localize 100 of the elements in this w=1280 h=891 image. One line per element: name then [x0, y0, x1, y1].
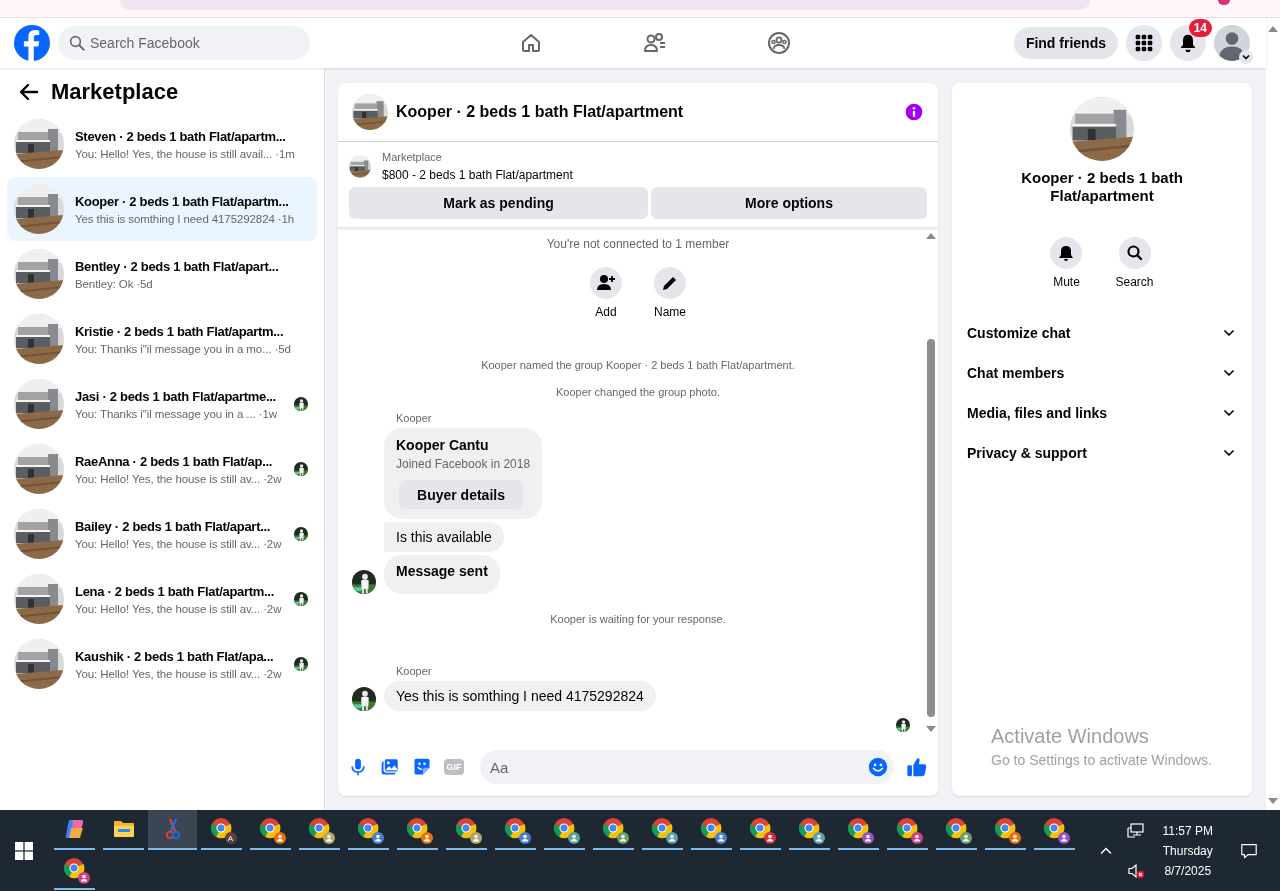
listing-title: $800 - 2 beds 1 bath Flat/apartment — [382, 168, 573, 182]
conversation-item[interactable]: Kaushik · 2 beds 1 bath Flat/apa... You: Hello! Yes, the house is still av... ·2w — [7, 632, 317, 696]
activation-message: Go to Settings to activate Windows. — [991, 752, 1212, 768]
notification-badge: 14 — [1188, 19, 1212, 37]
chat-title: Kooper · 2 beds 1 bath Flat/apartment — [396, 103, 685, 121]
bell-icon — [1178, 33, 1198, 53]
app-button[interactable] — [148, 810, 197, 850]
conversation-item[interactable]: Bentley · 2 beds 1 bath Flat/apart... Bentley: Ok ·5d — [7, 242, 317, 306]
bell-icon — [1050, 237, 1083, 269]
message-preview: Bentley: Ok — [75, 277, 134, 290]
search-field[interactable]: Search Facebook — [58, 26, 310, 60]
clock[interactable]: 11:57 PM Thursday 8/7/2025 — [1162, 823, 1213, 878]
mark-pending-button[interactable]: Mark as pending — [349, 187, 648, 219]
chrome-icon — [797, 817, 822, 841]
speaker-muted-icon[interactable] — [1126, 861, 1145, 880]
conversation-item[interactable]: Kristie · 2 beds 1 bath Flat/apartm... You: Thanks i"il message you in a mo... ·5d — [7, 307, 317, 371]
message-preview: Yes this is somthing I need 4175292824 — [75, 212, 275, 225]
message-preview: You: Hello! Yes, the house is still av... — [75, 537, 261, 550]
chrome-icon — [209, 817, 234, 841]
chrome-icon — [748, 817, 773, 841]
windows-start-icon[interactable] — [15, 841, 33, 860]
friends-icon — [643, 31, 667, 55]
find-friends-button[interactable]: Find friends — [1013, 27, 1118, 59]
system-message: Kooper changed the group photo. — [555, 386, 721, 398]
conversation-item[interactable]: RaeAnna · 2 beds 1 bath Flat/ap... You: Hello! Yes, the house is still av... ·2w — [7, 437, 317, 501]
browser-window-button[interactable]: A — [201, 810, 242, 850]
network-icon[interactable] — [1126, 821, 1145, 840]
sticker-icon[interactable] — [412, 757, 432, 777]
conversation-title: Jasi · 2 beds 1 bath Flat/apartme... — [75, 388, 277, 404]
conversation-title: Kaushik · 2 beds 1 bath Flat/apa... — [75, 648, 275, 664]
chat-title: Kooper · 2 beds 1 bath Flat/apartment — [1020, 169, 1184, 205]
search-icon — [68, 34, 86, 52]
chrome-icon — [454, 817, 479, 841]
accordion-row[interactable]: Chat members — [952, 353, 1252, 393]
menu-button[interactable] — [1126, 25, 1162, 61]
message-time: ·1h — [277, 212, 295, 225]
conversation-item[interactable]: Steven · 2 beds 1 bath Flat/apartm... You: Hello! Yes, the house is still avail... ·1m — [7, 112, 317, 176]
conversation-title: Lena · 2 beds 1 bath Flat/apartm... — [75, 583, 275, 599]
profile-avatar-icon[interactable] — [1214, 25, 1250, 61]
sender-name: Kooper — [396, 412, 433, 424]
chrome-icon — [405, 817, 430, 841]
conversation-item[interactable]: Bailey · 2 beds 1 bath Flat/apart... You: Hello! Yes, the house is still av... ·2w — [7, 502, 317, 566]
system-message: Kooper named the group Kooper · 2 beds 1 bath Flat/apartment. — [480, 359, 796, 371]
buyer-name: Kooper Cantu — [396, 437, 489, 453]
chrome-icon — [1042, 817, 1067, 841]
message-bubble: Is this available — [384, 522, 504, 552]
name-group-button[interactable]: Name — [654, 267, 686, 319]
search-button[interactable]: Search — [1115, 237, 1154, 289]
chrome-icon — [993, 817, 1018, 841]
message-field[interactable]: Aa — [480, 750, 894, 784]
thumbs-up-icon[interactable] — [906, 756, 928, 778]
system-message: Kooper is waiting for your response. — [549, 613, 727, 625]
message-time: ·2w — [263, 667, 282, 680]
chrome-icon — [503, 817, 528, 841]
message-time: ·2w — [263, 537, 282, 550]
message-time: ·5d — [274, 342, 291, 355]
conversation-title: Bentley · 2 beds 1 bath Flat/apart... — [75, 258, 279, 274]
sender-name: Kooper — [396, 665, 433, 677]
chrome-icon — [601, 817, 626, 841]
listing-label: Marketplace — [382, 151, 443, 163]
info-icon[interactable] — [904, 102, 924, 122]
message-preview: You: Hello! Yes, the house is still av... — [75, 667, 261, 680]
chrome-icon — [650, 817, 675, 841]
system-message: You're not connected to 1 member — [545, 237, 731, 251]
home-icon — [519, 31, 543, 55]
message-time: ·5d — [136, 277, 153, 290]
mute-button[interactable]: Mute — [1050, 237, 1083, 289]
notification-center-icon[interactable] — [1240, 841, 1258, 860]
conversation-item[interactable]: Lena · 2 beds 1 bath Flat/apartm... You: Hello! Yes, the house is still av... ·2w — [7, 567, 317, 631]
conversation-item[interactable]: Kooper · 2 beds 1 bath Flat/apartm... Yes this is somthing I need 4175292824 ·1h — [7, 177, 317, 241]
logo-icon[interactable] — [14, 25, 50, 61]
accordion-row[interactable]: Privacy & support — [952, 433, 1252, 473]
more-options-button[interactable]: More options — [651, 187, 927, 219]
conversation-title: Kooper · 2 beds 1 bath Flat/apartm... — [75, 193, 290, 209]
conversation-item[interactable]: Jasi · 2 beds 1 bath Flat/apartme... You: Thanks i"il message you in a ... ·1w — [7, 372, 317, 436]
search-icon — [1118, 237, 1151, 269]
notifications-button[interactable] — [1170, 25, 1206, 61]
caret-icon[interactable] — [1239, 50, 1253, 64]
add-member-button[interactable]: Add — [590, 267, 622, 319]
chrome-icon — [356, 817, 381, 841]
chrome-icon — [846, 817, 871, 841]
chrome-icon — [258, 817, 283, 841]
microphone-icon[interactable] — [348, 757, 368, 777]
message-time: ·2w — [263, 602, 282, 615]
message-preview: You: Thanks i"il message you in a ... — [75, 407, 256, 420]
chrome-icon — [552, 817, 577, 841]
accordion-row[interactable]: Media, files and links — [952, 393, 1252, 433]
pencil-icon — [654, 267, 686, 299]
emoji-icon[interactable] — [868, 757, 888, 777]
page-title: Marketplace — [51, 79, 179, 105]
message-time: ·1w — [258, 407, 277, 420]
groups-icon — [767, 31, 791, 55]
buyer-details-button[interactable]: Buyer details — [399, 480, 523, 509]
message-bubble: Yes this is somthing I need 4175292824 — [384, 681, 656, 711]
message-time: ·1m — [275, 147, 295, 160]
accordion-row[interactable]: Customize chat — [952, 313, 1252, 353]
image-icon[interactable] — [380, 757, 400, 777]
profile-icon[interactable] — [1218, 0, 1230, 5]
message-preview: You: Hello! Yes, the house is still av... — [75, 472, 261, 485]
message-bubble: Message sent — [384, 555, 500, 594]
